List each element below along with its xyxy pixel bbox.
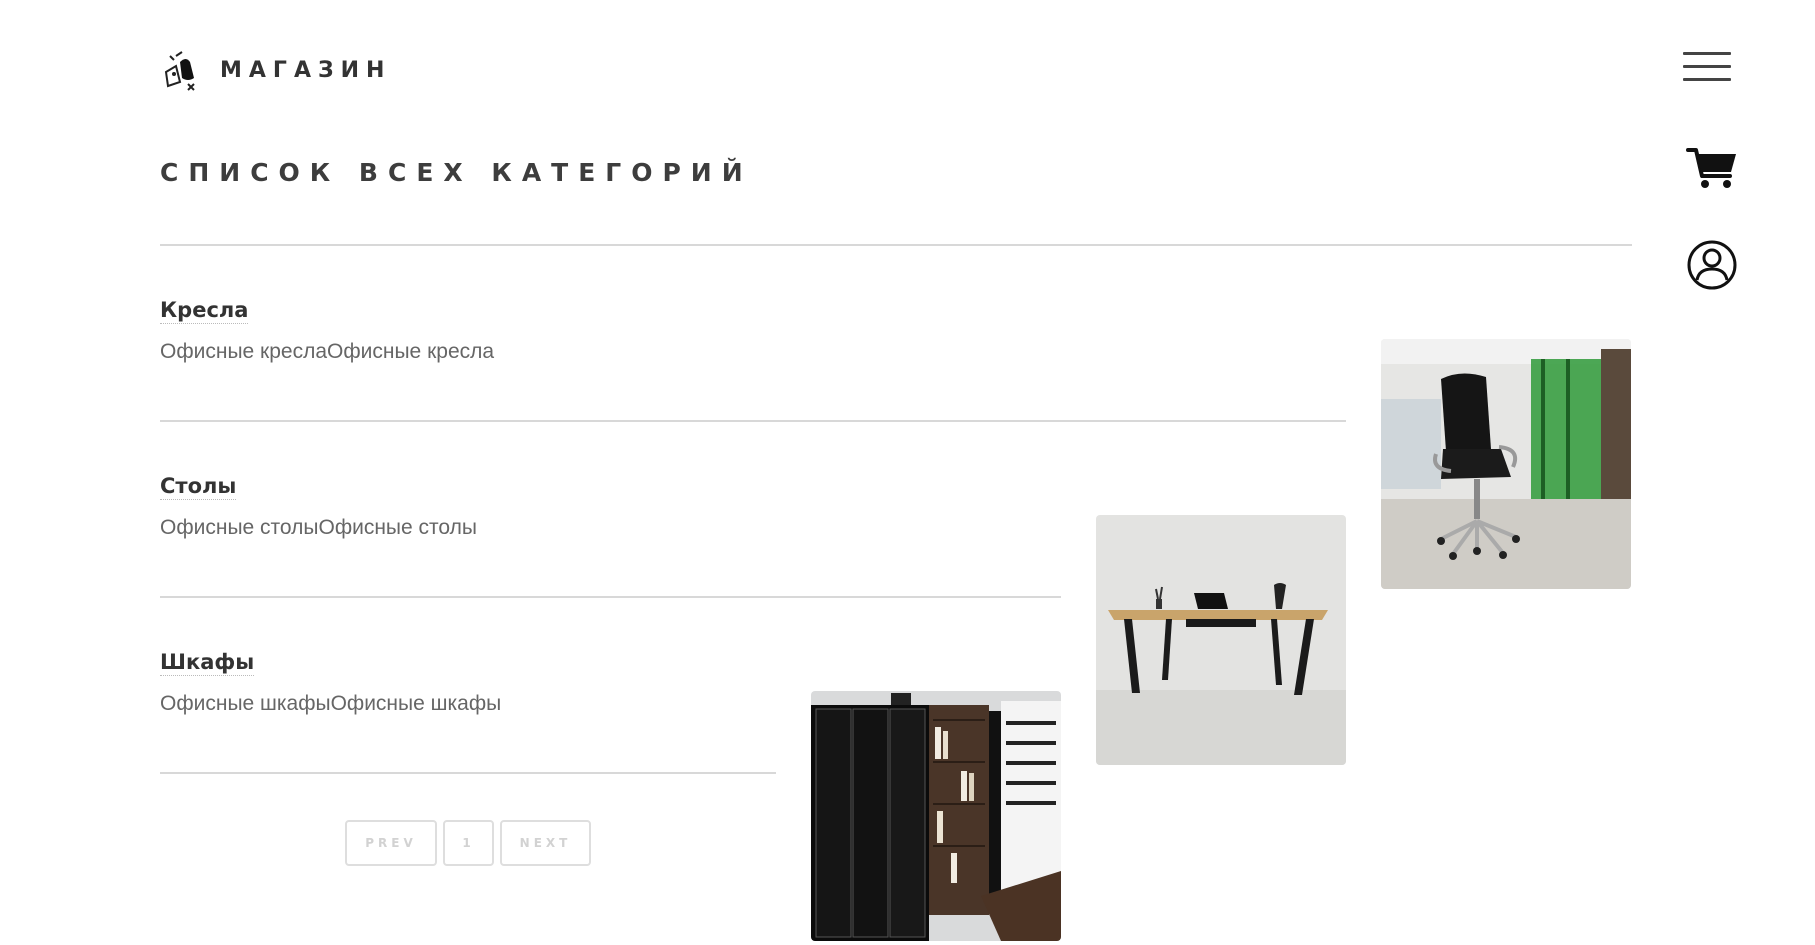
category-link-tables[interactable]: Столы — [160, 474, 237, 500]
pagination-prev-button[interactable]: PREV — [345, 820, 437, 866]
category-divider — [160, 772, 776, 774]
office-desk-image — [1096, 515, 1346, 765]
shopping-cart-icon[interactable] — [1686, 146, 1738, 190]
category-description: Офисные шкафыОфисные шкафы — [160, 692, 502, 715]
page: МАГАЗИН СПИСОК ВСЕХ КАТЕГОРИЙ Кресла Офи… — [0, 0, 1815, 945]
category-description: Офисные столыОфисные столы — [160, 516, 477, 539]
office-cabinet-image — [811, 691, 1061, 941]
logo-link[interactable]: МАГАЗИН — [160, 48, 391, 92]
pagination-page-1[interactable]: 1 — [443, 820, 494, 866]
category-description: Офисные креслаОфисные кресла — [160, 340, 495, 363]
title-divider — [160, 244, 1632, 246]
category-image-cabinets[interactable] — [811, 691, 1061, 941]
category-divider — [160, 420, 1346, 422]
category-image-tables[interactable] — [1096, 515, 1346, 765]
category-link-cabinets[interactable]: Шкафы — [160, 650, 255, 676]
category-image-chairs[interactable] — [1381, 339, 1631, 589]
office-chair-image — [1381, 339, 1631, 589]
category-link-chairs[interactable]: Кресла — [160, 298, 249, 324]
hamburger-menu-icon[interactable] — [1683, 52, 1731, 82]
user-account-icon[interactable] — [1687, 240, 1737, 290]
pagination-next-button[interactable]: NEXT — [500, 820, 591, 866]
logo-text: МАГАЗИН — [220, 57, 392, 83]
page-title: СПИСОК ВСЕХ КАТЕГОРИЙ — [160, 158, 753, 187]
category-divider — [160, 596, 1061, 598]
shop-logo-icon — [164, 51, 195, 91]
